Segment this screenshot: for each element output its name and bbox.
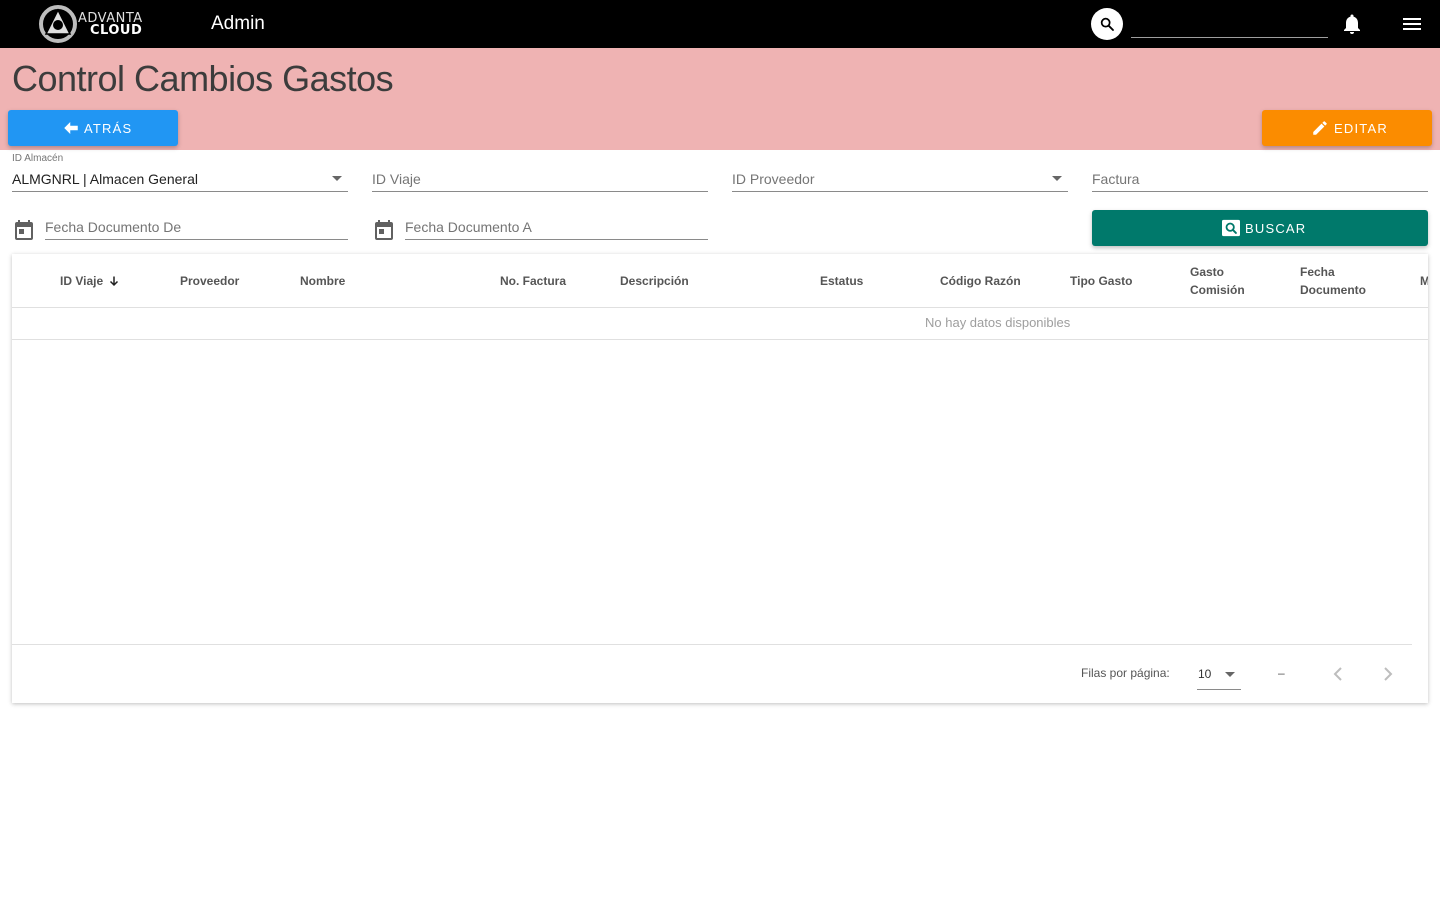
search-submit-label: BUSCAR [1245, 221, 1307, 236]
fecha-a-placeholder: Fecha Documento A [405, 219, 532, 235]
rows-per-page-label: Filas por página: [1081, 666, 1170, 680]
col-tipo-gasto[interactable]: Tipo Gasto [1070, 272, 1132, 290]
back-button-label: ATRÁS [84, 121, 133, 136]
search-icon [1100, 17, 1114, 31]
search-submit-button[interactable]: BUSCAR [1092, 210, 1428, 246]
almacen-label: ID Almacén [12, 153, 64, 164]
logo-text-bottom: CLOUD [90, 23, 143, 38]
factura-input[interactable]: Factura [1092, 168, 1428, 192]
edit-button-label: EDITAR [1334, 121, 1388, 136]
bell-icon[interactable] [1340, 12, 1364, 36]
col-no-factura[interactable]: No. Factura [500, 272, 566, 290]
page-header: Control Cambios Gastos ATRÁS EDITAR [0, 48, 1440, 150]
proveedor-placeholder: ID Proveedor [732, 171, 815, 187]
chevron-down-icon [332, 176, 342, 181]
chevron-down-icon [1052, 176, 1062, 181]
almacen-select[interactable]: ALMGNRL | Almacen General [12, 168, 348, 192]
back-button[interactable]: ATRÁS [8, 110, 178, 146]
top-app-bar: ADVANTA CLOUD Admin [0, 0, 1440, 48]
pagination-range: – [1278, 666, 1285, 680]
viaje-placeholder: ID Viaje [372, 171, 421, 187]
chevron-down-icon [1225, 672, 1235, 677]
table-empty-row: No hay datos disponibles [12, 308, 1428, 340]
calendar-icon[interactable] [12, 218, 36, 242]
rows-per-page-select[interactable]: 10 [1197, 662, 1241, 690]
arrow-down-icon [110, 276, 119, 287]
chevron-right-icon[interactable] [1376, 662, 1400, 686]
arrow-left-icon [64, 122, 78, 134]
viaje-input[interactable]: ID Viaje [372, 168, 708, 192]
logo-icon [39, 5, 77, 43]
fecha-a-input[interactable]: Fecha Documento A [405, 216, 708, 240]
col-codigo-razon[interactable]: Código Razón [940, 272, 1021, 290]
col-gasto-comision[interactable]: Gasto Comisión [1190, 263, 1245, 299]
col-proveedor[interactable]: Proveedor [180, 272, 239, 290]
edit-button[interactable]: EDITAR [1262, 110, 1432, 146]
menu-icon[interactable] [1400, 12, 1424, 36]
empty-message: No hay datos disponibles [925, 315, 1071, 330]
calendar-icon[interactable] [372, 218, 396, 242]
col-id-viaje[interactable]: ID Viaje [60, 272, 119, 290]
table-footer-divider [12, 644, 1412, 645]
col-descripcion[interactable]: Descripción [620, 272, 689, 290]
app-title: Admin [211, 13, 265, 34]
col-nombre[interactable]: Nombre [300, 272, 345, 290]
rows-per-page-value: 10 [1198, 667, 1212, 681]
factura-placeholder: Factura [1092, 171, 1140, 187]
results-table: ID Viaje Proveedor Nombre No. Factura De… [12, 254, 1428, 703]
search-button[interactable] [1091, 8, 1123, 40]
fecha-de-input[interactable]: Fecha Documento De [45, 216, 348, 240]
almacen-value: ALMGNRL | Almacen General [12, 171, 198, 187]
fecha-de-placeholder: Fecha Documento De [45, 219, 182, 235]
col-fecha-documento[interactable]: Fecha Documento [1300, 263, 1366, 299]
table-header: ID Viaje Proveedor Nombre No. Factura De… [12, 254, 1428, 308]
page-title: Control Cambios Gastos [12, 58, 394, 99]
proveedor-select[interactable]: ID Proveedor [732, 168, 1068, 192]
col-truncated[interactable]: M [1420, 272, 1428, 290]
chevron-left-icon[interactable] [1326, 662, 1350, 686]
image-search-icon [1222, 219, 1240, 237]
pencil-icon [1313, 121, 1327, 135]
col-estatus[interactable]: Estatus [820, 272, 863, 290]
global-search-input[interactable] [1131, 10, 1328, 38]
advanta-cloud-logo[interactable]: ADVANTA CLOUD [36, 4, 160, 44]
